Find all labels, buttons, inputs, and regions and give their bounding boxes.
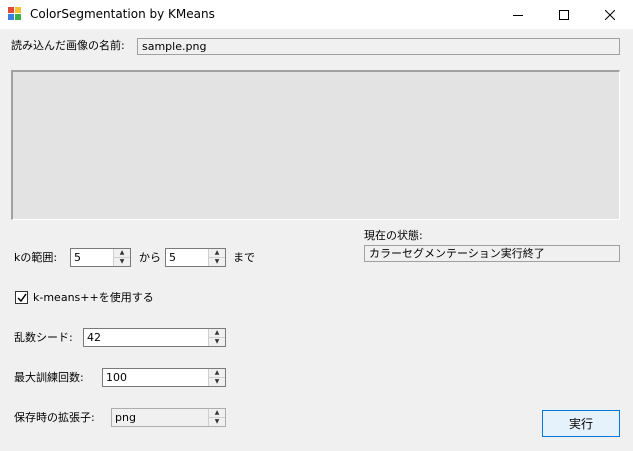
spin-down-icon[interactable]: ▼ <box>209 378 225 386</box>
spin-up-icon[interactable]: ▲ <box>209 249 225 258</box>
seed-stepper[interactable]: 42 ▲ ▼ <box>83 328 226 347</box>
k-to-label: まで <box>233 251 255 264</box>
spin-up-icon[interactable]: ▲ <box>209 329 225 338</box>
minimize-button[interactable] <box>495 0 541 29</box>
max-iter-label: 最大訓練回数: <box>14 371 84 384</box>
image-name-field: sample.png <box>137 38 620 55</box>
seed-value: 42 <box>87 331 101 344</box>
spin-up-icon[interactable]: ▲ <box>114 249 130 258</box>
extension-value: png <box>115 411 136 424</box>
k-min-stepper[interactable]: 5 ▲ ▼ <box>70 248 131 267</box>
maximize-button[interactable] <box>541 0 587 29</box>
app-icon <box>8 7 22 21</box>
minimize-icon <box>513 14 523 16</box>
close-button[interactable] <box>587 0 633 29</box>
run-button[interactable]: 実行 <box>542 410 620 437</box>
status-field: カラーセグメンテーション実行終了 <box>364 245 620 262</box>
kmeanspp-checkbox[interactable] <box>15 291 28 304</box>
k-max-stepper[interactable]: 5 ▲ ▼ <box>165 248 226 267</box>
image-preview-panel <box>11 70 620 220</box>
k-from-label: から <box>139 251 161 264</box>
spin-down-icon[interactable]: ▼ <box>114 258 130 266</box>
checkmark-icon <box>17 293 27 303</box>
extension-selector[interactable]: png ▲ ▼ <box>111 408 226 427</box>
seed-label: 乱数シード: <box>14 331 73 344</box>
image-name-label: 読み込んだ画像の名前: <box>11 39 125 52</box>
spin-down-icon[interactable]: ▼ <box>209 338 225 346</box>
k-min-value: 5 <box>74 251 81 264</box>
status-label: 現在の状態: <box>364 229 423 242</box>
maximize-icon <box>559 9 569 20</box>
spin-down-icon[interactable]: ▼ <box>209 258 225 266</box>
spin-up-icon[interactable]: ▲ <box>209 369 225 378</box>
max-iter-value: 100 <box>106 371 127 384</box>
k-range-label: kの範囲: <box>14 251 58 264</box>
spin-up-icon[interactable]: ▲ <box>209 409 225 418</box>
spin-down-icon[interactable]: ▼ <box>209 418 225 426</box>
kmeanspp-label[interactable]: k-means++を使用する <box>33 291 154 305</box>
max-iter-stepper[interactable]: 100 ▲ ▼ <box>102 368 226 387</box>
extension-label: 保存時の拡張子: <box>14 411 95 424</box>
close-icon <box>605 9 615 20</box>
k-max-value: 5 <box>169 251 176 264</box>
title-bar: ColorSegmentation by KMeans <box>0 0 633 29</box>
window-title: ColorSegmentation by KMeans <box>30 7 215 21</box>
